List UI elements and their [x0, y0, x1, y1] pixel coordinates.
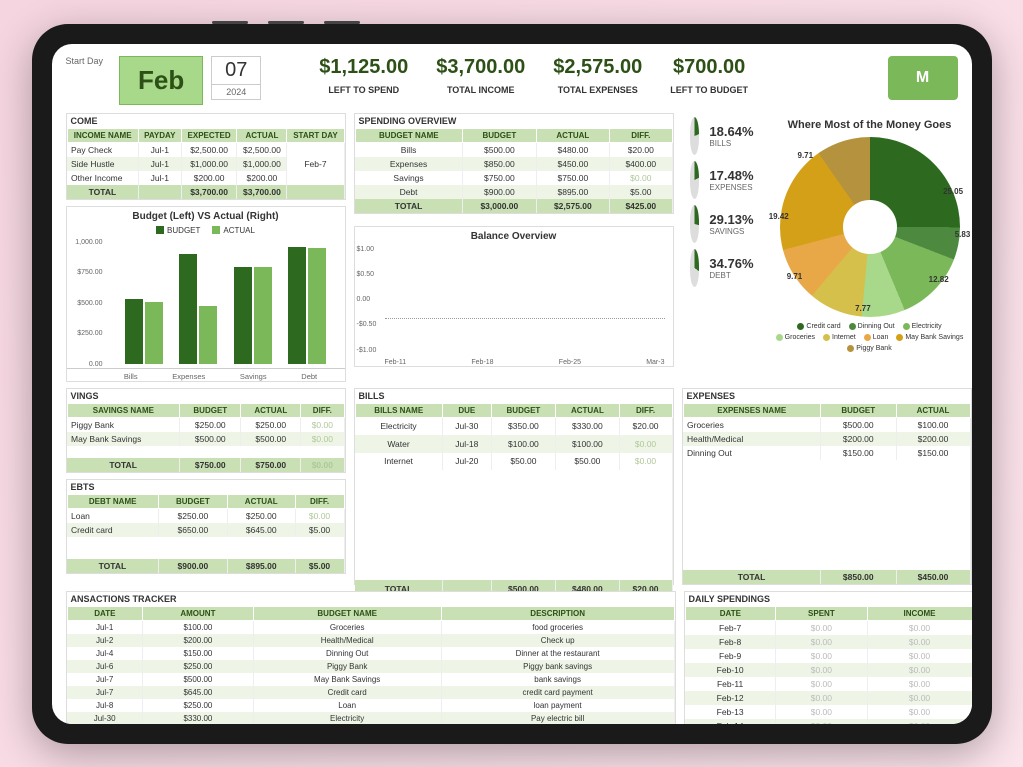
- donut-bills: 18.64%BILLS: [690, 117, 754, 155]
- debts-table[interactable]: DEBT NAMEBUDGETACTUALDIFF. Loan$250.00$2…: [67, 494, 345, 573]
- table-row: Loan$250.00$250.00$0.00: [67, 508, 344, 523]
- table-total-row: TOTAL$3,700.00$3,700.00: [67, 185, 344, 199]
- transactions-panel: ANSACTIONS TRACKER DATEAMOUNTBUDGET NAME…: [66, 591, 676, 724]
- kpi-group: $1,125.00LEFT TO SPEND $3,700.00TOTAL IN…: [319, 56, 748, 95]
- table-row[interactable]: Feb-14$0.00$0.00: [685, 719, 972, 724]
- pie-chart-panel: Where Most of the Money Goes 25.05 5.83 …: [770, 113, 970, 382]
- table-row[interactable]: Jul-2$200.00Health/MedicalCheck up: [67, 634, 674, 647]
- table-row[interactable]: Jul-4$150.00Dinning OutDinner at the res…: [67, 647, 674, 660]
- spending-overview-table[interactable]: BUDGET NAMEBUDGETACTUALDIFF. Bills$500.0…: [355, 128, 673, 213]
- table-row: Credit card$650.00$645.00$5.00: [67, 523, 344, 537]
- table-row: Savings$750.00$750.00$0.00: [355, 171, 672, 185]
- screen: Start Day Feb 07 2024 $1,125.00LEFT TO S…: [52, 44, 972, 724]
- table-row: WaterJul-18$100.00$100.00$0.00: [355, 435, 672, 452]
- donut-expenses: 17.48%EXPENSES: [690, 161, 754, 199]
- income-table[interactable]: INCOME NAME PAYDAY EXPECTED ACTUAL START…: [67, 128, 345, 199]
- table-row[interactable]: Feb-12$0.00$0.00: [685, 691, 972, 705]
- expenses-panel: EXPENSES EXPENSES NAMEBUDGETACTUAL Groce…: [682, 388, 972, 585]
- savings-table[interactable]: SAVINGS NAMEBUDGETACTUALDIFF. Piggy Bank…: [67, 403, 345, 472]
- table-total-row: TOTAL$750.00$750.00$0.00: [67, 458, 344, 472]
- debts-panel: EBTS DEBT NAMEBUDGETACTUALDIFF. Loan$250…: [66, 479, 346, 574]
- kpi-total-expenses: $2,575.00TOTAL EXPENSES: [553, 56, 642, 95]
- table-row[interactable]: Feb-8$0.00$0.00: [685, 635, 972, 649]
- table-row: Groceries$500.00$100.00: [683, 417, 970, 432]
- table-row[interactable]: Feb-7$0.00$0.00: [685, 620, 972, 635]
- table-row: Pay CheckJul-1$2,500.00$2,500.00Feb-7: [67, 142, 344, 157]
- tablet-physical-button: [212, 21, 248, 24]
- table-row: Expenses$850.00$450.00$400.00: [355, 157, 672, 171]
- month-selector[interactable]: Feb: [119, 56, 203, 105]
- table-row[interactable]: Jul-7$645.00Credit cardcredit card payme…: [67, 686, 674, 699]
- table-row: Piggy Bank$250.00$250.00$0.00: [67, 417, 344, 432]
- table-total-row: TOTAL$3,000.00$2,575.00$425.00: [355, 199, 672, 213]
- table-row: Health/Medical$200.00$200.00: [683, 432, 970, 446]
- tablet-frame: Start Day Feb 07 2024 $1,125.00LEFT TO S…: [32, 24, 992, 744]
- kpi-left-to-spend: $1,125.00LEFT TO SPEND: [319, 56, 408, 95]
- budget-vs-actual-chart: Budget (Left) VS Actual (Right) BUDGET A…: [66, 206, 346, 382]
- tablet-physical-button: [268, 21, 304, 24]
- table-row[interactable]: Jul-1$100.00Groceriesfood groceries: [67, 620, 674, 634]
- app-logo: M: [888, 56, 958, 100]
- header-row: Start Day Feb 07 2024 $1,125.00LEFT TO S…: [66, 56, 958, 105]
- expenses-table[interactable]: EXPENSES NAMEBUDGETACTUAL Groceries$500.…: [683, 403, 971, 584]
- bills-table[interactable]: BILLS NAMEDUEBUDGETACTUALDIFF. Electrici…: [355, 403, 673, 598]
- table-row[interactable]: Jul-6$250.00Piggy BankPiggy bank savings: [67, 660, 674, 673]
- day-selector[interactable]: 07 2024: [211, 56, 261, 100]
- table-total-row: TOTAL$900.00$895.00$5.00: [67, 559, 344, 573]
- category-donuts: 18.64%BILLS 17.48%EXPENSES 29.13%SAVINGS…: [682, 113, 762, 382]
- table-row[interactable]: Feb-10$0.00$0.00: [685, 663, 972, 677]
- table-row[interactable]: Feb-9$0.00$0.00: [685, 649, 972, 663]
- table-row: May Bank Savings$500.00$500.00$0.00: [67, 432, 344, 446]
- bills-panel: BILLS BILLS NAMEDUEBUDGETACTUALDIFF. Ele…: [354, 388, 674, 585]
- kpi-total-income: $3,700.00TOTAL INCOME: [436, 56, 525, 95]
- donut-savings: 29.13%SAVINGS: [690, 205, 754, 243]
- income-title: COME: [67, 114, 345, 128]
- pie-legend: Credit card Dinning Out Electricity Groc…: [770, 317, 970, 358]
- table-row: Debt$900.00$895.00$5.00: [355, 185, 672, 199]
- spending-overview-panel: SPENDING OVERVIEW BUDGET NAMEBUDGETACTUA…: [354, 113, 674, 214]
- table-row: Dinning Out$150.00$150.00: [683, 446, 970, 460]
- tablet-physical-button: [324, 21, 360, 24]
- table-row[interactable]: Jul-30$330.00ElectricityPay electric bil…: [67, 712, 674, 724]
- day-value: 07: [212, 57, 260, 84]
- table-total-row: TOTAL$850.00$450.00: [683, 570, 970, 584]
- table-row: InternetJul-20$50.00$50.00$0.00: [355, 453, 672, 470]
- table-row[interactable]: Jul-8$250.00Loanloan payment: [67, 699, 674, 712]
- table-row: Bills$500.00$480.00$20.00: [355, 142, 672, 157]
- balance-overview-chart: Balance Overview $1.00 $0.50 0.00 -$0.50…: [354, 226, 674, 367]
- savings-panel: VINGS SAVINGS NAMEBUDGETACTUALDIFF. Pigg…: [66, 388, 346, 473]
- year-value: 2024: [212, 84, 260, 99]
- table-row: ElectricityJul-30$350.00$330.00$20.00: [355, 417, 672, 435]
- donut-debt: 34.76%DEBT: [690, 249, 754, 287]
- start-day-label: Start Day: [66, 56, 104, 66]
- start-day-cell: Feb-7: [287, 142, 344, 185]
- transactions-table[interactable]: DATEAMOUNTBUDGET NAMEDESCRIPTION Jul-1$1…: [67, 606, 675, 724]
- daily-table[interactable]: DATESPENTINCOME Feb-7$0.00$0.00Feb-8$0.0…: [685, 606, 972, 724]
- income-panel: COME INCOME NAME PAYDAY EXPECTED ACTUAL …: [66, 113, 346, 200]
- table-row[interactable]: Feb-13$0.00$0.00: [685, 705, 972, 719]
- table-row[interactable]: Feb-11$0.00$0.00: [685, 677, 972, 691]
- kpi-left-to-budget: $700.00LEFT TO BUDGET: [670, 56, 748, 95]
- daily-spendings-panel: DAILY SPENDINGS DATESPENTINCOME Feb-7$0.…: [684, 591, 972, 724]
- table-row[interactable]: Jul-7$500.00May Bank Savingsbank savings: [67, 673, 674, 686]
